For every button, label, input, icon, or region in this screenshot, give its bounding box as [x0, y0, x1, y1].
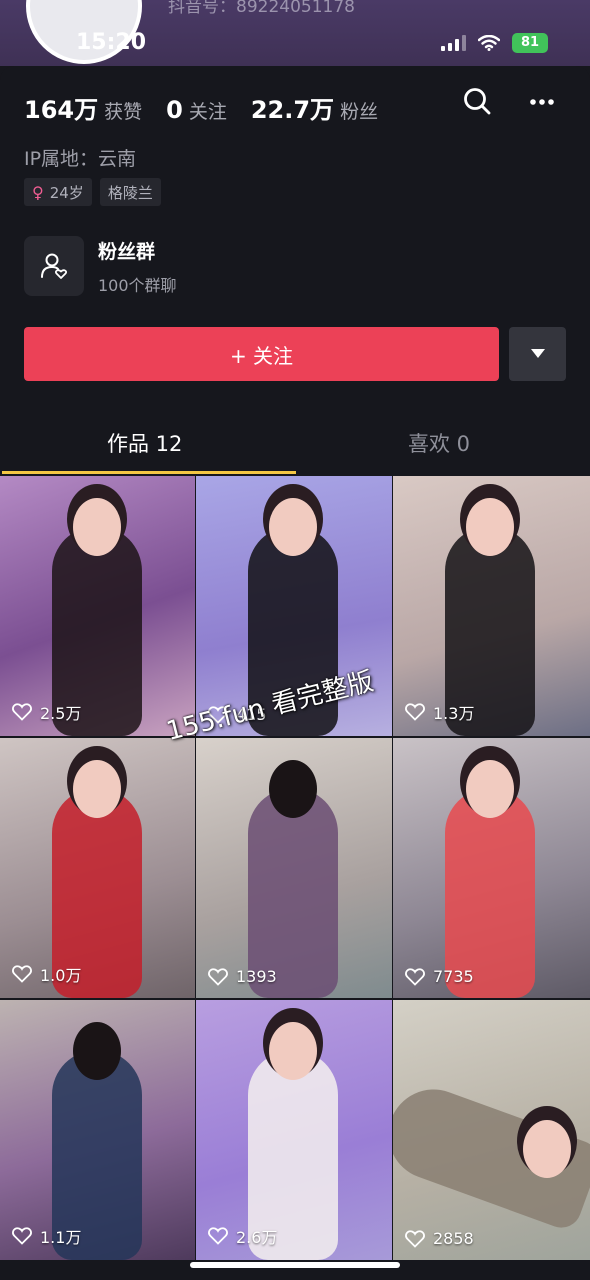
heart-icon [12, 1227, 32, 1245]
thumbnail-head [269, 760, 317, 818]
tab-works[interactable]: 作品 12 [107, 428, 182, 458]
video-likes: 2.5万 [12, 700, 81, 724]
thumbnail-head [466, 760, 514, 818]
age-tag: ♀ 24岁 [24, 178, 92, 206]
likes-count-text: 1393 [236, 967, 277, 986]
thumbnail-head [269, 1022, 317, 1080]
video-thumbnail[interactable]: 1.0万 [0, 738, 195, 998]
fan-group-icon [24, 236, 84, 296]
status-bar: 抖音号：89224051178 15:20 81 [0, 0, 590, 66]
content-tabs: 作品 12 喜欢 0 [0, 412, 590, 476]
status-time: 15:20 [76, 30, 147, 55]
heart-icon [208, 967, 228, 986]
video-thumbnail[interactable]: 2.5万 [0, 476, 195, 736]
likes-count: 164万 [24, 96, 99, 124]
likes-label: 获赞 [104, 101, 143, 123]
profile-tags: ♀ 24岁 格陵兰 [24, 178, 161, 206]
search-icon[interactable] [460, 84, 496, 120]
heart-icon [208, 1227, 228, 1245]
ip-location: IP属地：云南 [24, 148, 137, 170]
home-indicator[interactable] [190, 1262, 400, 1268]
following-label[interactable]: 关注 [189, 97, 227, 124]
likes-count-text: 2.6万 [236, 1228, 278, 1247]
fan-group-subtitle: 100个群聊 [98, 275, 177, 295]
followers-label[interactable]: 粉丝 [340, 97, 378, 124]
female-icon: ♀ [32, 182, 44, 202]
status-indicators: 81 [441, 33, 548, 53]
tab-likes[interactable]: 喜欢 0 [408, 428, 470, 458]
likes-count-text: 7735 [433, 967, 474, 986]
thumbnail-head [466, 498, 514, 556]
video-likes: 1.1万 [12, 1224, 81, 1248]
heart-icon [405, 703, 425, 721]
video-thumbnail[interactable]: 2858 [393, 1000, 590, 1260]
video-thumbnail[interactable]: 2.6万 [196, 1000, 392, 1260]
followers-count[interactable]: 22.7万 [251, 90, 334, 125]
video-likes: 2858 [405, 1229, 474, 1248]
recommend-dropdown-button[interactable] [509, 327, 566, 381]
signal-icon [441, 35, 466, 51]
likes-count-text: 1.1万 [40, 1228, 82, 1247]
thumbnail-head [523, 1120, 571, 1178]
triangle-down-icon [530, 349, 545, 358]
fan-group-title: 粉丝群 [98, 240, 156, 263]
video-likes: 1393 [208, 967, 277, 986]
likes-count-text: 2858 [433, 1229, 474, 1248]
heart-icon [405, 1229, 425, 1248]
age-text: 24岁 [49, 183, 84, 202]
heart-icon [12, 965, 32, 983]
more-icon[interactable] [524, 84, 560, 120]
location-tag: 格陵兰 [99, 178, 161, 206]
following-count[interactable]: 0 [166, 96, 183, 124]
likes-count-text: 1.3万 [433, 704, 475, 723]
thumbnail-head [73, 1022, 121, 1080]
heart-icon [405, 967, 425, 986]
likes-count-text: 2.5万 [40, 704, 82, 723]
video-thumbnail[interactable]: 7735 [393, 738, 590, 998]
profile-panel: 164万 获赞 0 关注 22.7万 粉丝 IP属地：云南 ♀ 24岁 格陵兰 [0, 66, 590, 1280]
battery-indicator: 81 [512, 33, 548, 53]
profile-stats: 164万 获赞 0 关注 22.7万 粉丝 [24, 90, 402, 125]
thumbnail-head [73, 760, 121, 818]
active-tab-indicator [2, 471, 296, 474]
video-thumbnail[interactable]: 1.1万 [0, 1000, 195, 1260]
likes-count-text: 1.0万 [40, 966, 82, 985]
video-grid: 2.5万 415 1.3万 1.0万 1393 7735 1.1万 2.6万 2… [0, 476, 590, 1260]
follow-button[interactable]: + 关注 [24, 327, 499, 381]
video-likes: 1.3万 [405, 700, 474, 724]
video-likes: 2.6万 [208, 1224, 277, 1248]
video-thumbnail[interactable]: 1393 [196, 738, 392, 998]
video-likes: 7735 [405, 967, 474, 986]
video-likes: 1.0万 [12, 962, 81, 986]
thumbnail-head [269, 498, 317, 556]
douyin-id: 抖音号：89224051178 [168, 0, 355, 17]
wifi-icon [478, 35, 500, 51]
fan-group-entry[interactable]: 粉丝群 100个群聊 [24, 236, 177, 296]
thumbnail-head [73, 498, 121, 556]
heart-icon [12, 703, 32, 721]
video-thumbnail[interactable]: 1.3万 [393, 476, 590, 736]
